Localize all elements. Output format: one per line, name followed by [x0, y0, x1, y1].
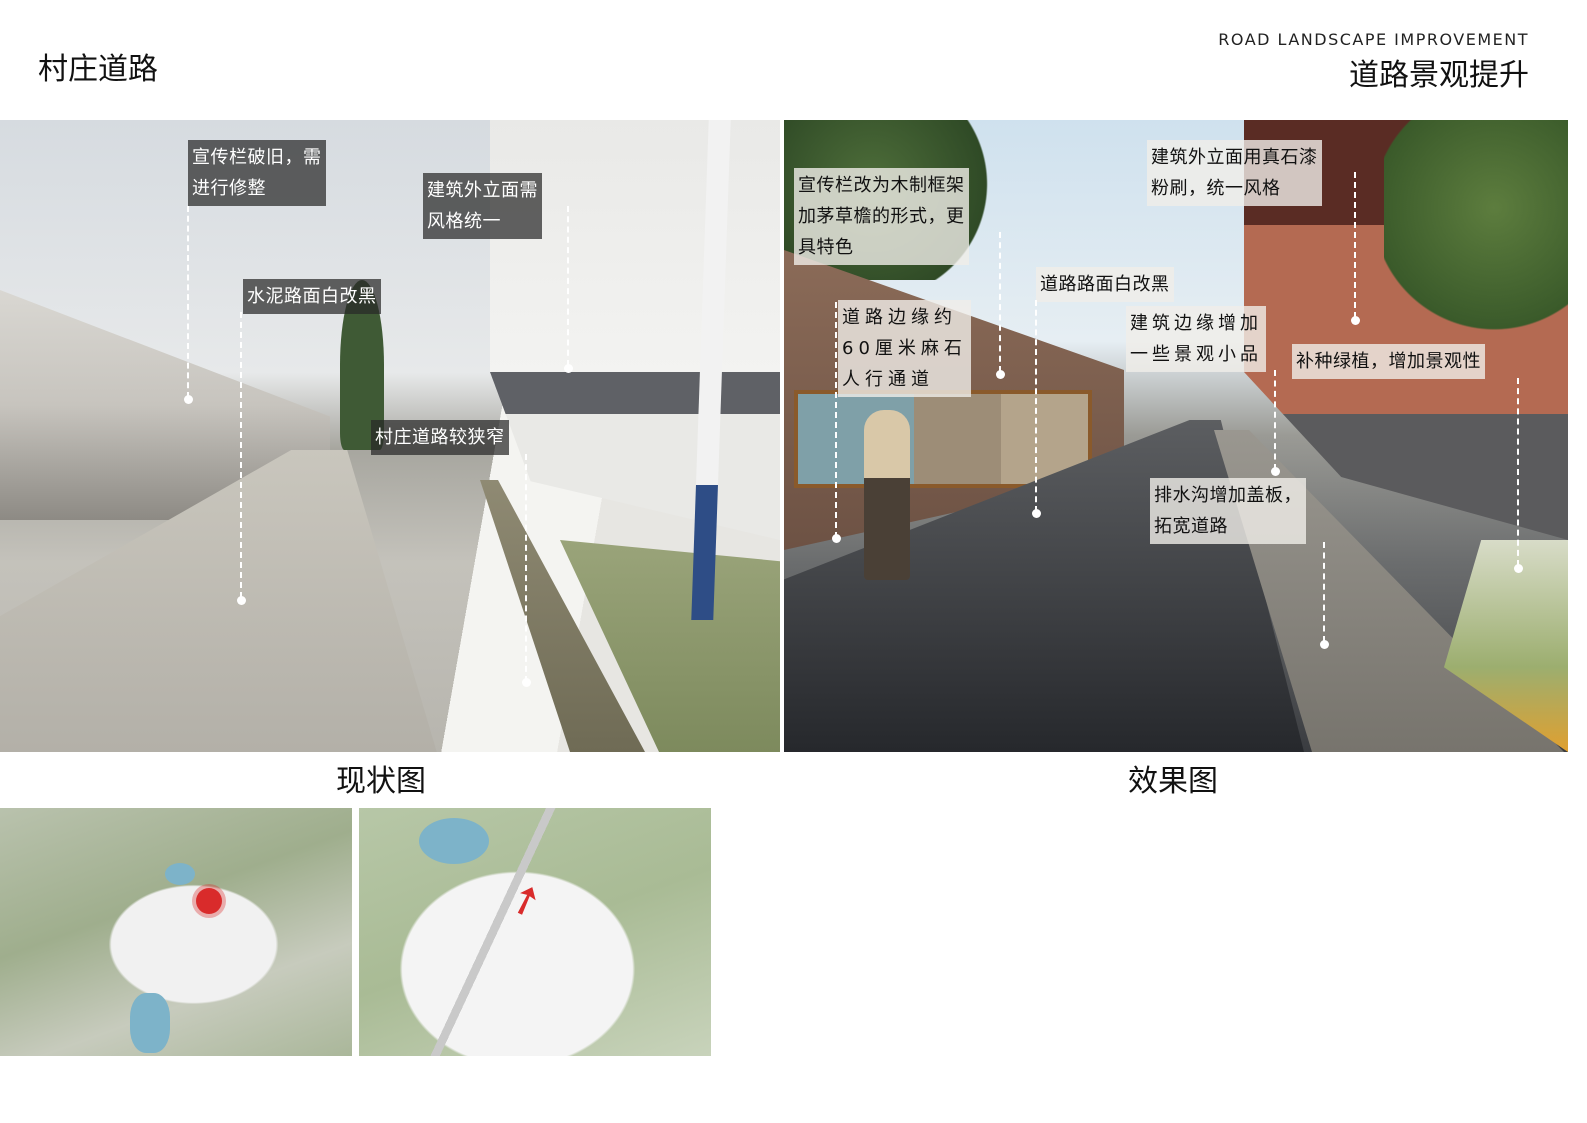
- caption-effect: 效果图: [1128, 764, 1218, 799]
- subtitle-cn: 道路景观提升: [1349, 58, 1529, 93]
- annotation-facade-paint: 建筑外立面用真石漆 粉刷，统一风格: [1147, 140, 1322, 206]
- annotation-dot: [184, 395, 193, 404]
- annotation-dot: [832, 534, 841, 543]
- location-dot-icon: [196, 888, 222, 914]
- annotation-sidewalk: 道路边缘约 60厘米麻石 人行通道: [838, 300, 971, 397]
- wooden-bulletin-board: [794, 390, 1092, 488]
- current-condition-photo: 宣传栏破旧，需 进行修整 建筑外立面需 风格统一 水泥路面白改黑 村庄道路较狭窄: [0, 120, 780, 752]
- annotation-pavement: 水泥路面白改黑: [243, 279, 381, 314]
- aerial-map-current: [0, 808, 352, 1056]
- annotation-asphalt: 道路路面白改黑: [1036, 267, 1174, 302]
- annotation-dot: [1320, 640, 1329, 649]
- annotation-dot: [522, 678, 531, 687]
- site-plan-map: ➚: [359, 808, 711, 1056]
- annotation-leader-line: [1274, 370, 1276, 470]
- annotation-dot: [1032, 509, 1041, 518]
- caption-current: 现状图: [336, 764, 426, 799]
- annotation-greenery: 补种绿植，增加景观性: [1292, 344, 1485, 379]
- annotation-facade: 建筑外立面需 风格统一: [423, 173, 542, 239]
- annotation-dot: [1351, 316, 1360, 325]
- annotation-bulletin-board: 宣传栏改为木制框架 加茅草檐的形式，更 具特色: [794, 168, 969, 265]
- annotation-dot: [1514, 564, 1523, 573]
- annotation-leader-line: [1517, 378, 1519, 566]
- annotation-dot: [1271, 467, 1280, 476]
- annotation-leader-line: [525, 454, 527, 682]
- annotation-dot: [996, 370, 1005, 379]
- annotation-leader-line: [1035, 300, 1037, 512]
- annotation-dot: [564, 364, 573, 373]
- annotation-landscape-features: 建筑边缘增加 一些景观小品: [1126, 306, 1266, 372]
- effect-rendering-photo: 宣传栏改为木制框架 加茅草檐的形式，更 具特色 建筑外立面用真石漆 粉刷，统一风…: [784, 120, 1568, 752]
- pond: [419, 818, 489, 864]
- annotation-dot: [237, 596, 246, 605]
- annotation-leader-line: [835, 302, 837, 538]
- annotation-leader-line: [999, 232, 1001, 372]
- pond: [165, 863, 195, 885]
- annotation-leader-line: [240, 312, 242, 598]
- annotation-leader-line: [187, 206, 189, 398]
- trees-right: [1384, 120, 1568, 340]
- annotation-leader-line: [1354, 172, 1356, 318]
- annotation-bulletin-board: 宣传栏破旧，需 进行修整: [188, 140, 326, 206]
- annotation-drain-cover: 排水沟增加盖板， 拓宽道路: [1150, 478, 1306, 544]
- annotation-narrow-road: 村庄道路较狭窄: [371, 420, 509, 455]
- page-title: 村庄道路: [38, 52, 158, 87]
- subtitle-en: ROAD LANDSCAPE IMPROVEMENT: [1218, 30, 1529, 49]
- annotation-leader-line: [567, 206, 569, 366]
- view-direction-arrow-icon: ➚: [502, 872, 550, 928]
- pedestrian: [864, 410, 910, 580]
- river: [130, 993, 170, 1053]
- annotation-leader-line: [1323, 542, 1325, 642]
